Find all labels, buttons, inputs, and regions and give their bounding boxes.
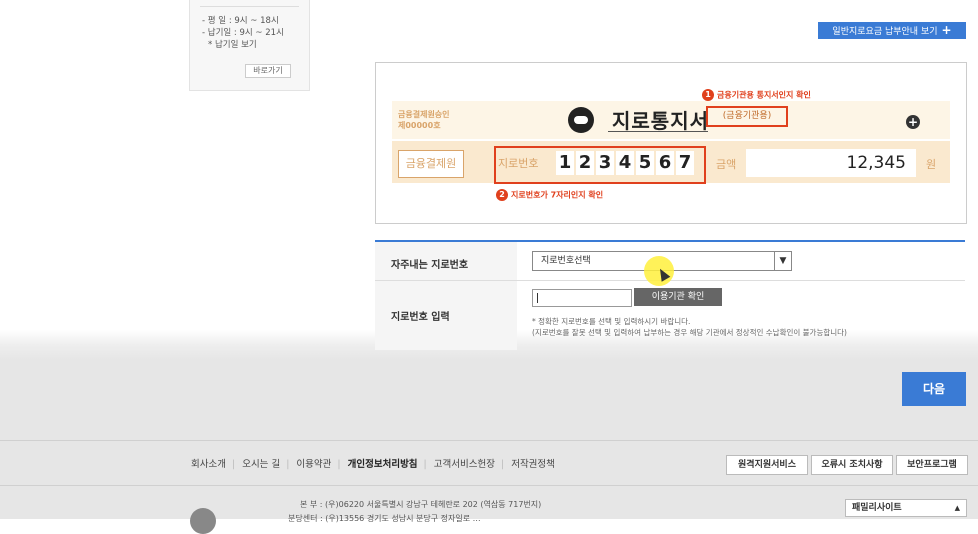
giro-digit: 4 (616, 151, 634, 175)
plus-icon: + (941, 23, 952, 37)
family-site-select[interactable]: 패밀리사이트 ▲ (845, 499, 967, 517)
family-site-label: 패밀리사이트 (852, 503, 902, 513)
weekday-hours: - 평 일 : 9시 ~ 18시 (202, 16, 279, 26)
payment-guide-button[interactable]: 일반지로요금 납부안내 보기 + (818, 22, 966, 39)
remote-support-button[interactable]: 원격지원서비스 (726, 455, 808, 475)
hint-text-2: (지로번호를 잘못 선택 및 입력하여 납부하는 경우 해당 기관에서 정상적인… (532, 328, 847, 337)
footer-link-company[interactable]: 회사소개 (191, 459, 226, 470)
note-2-text: 지로번호가 7자리인지 확인 (511, 190, 604, 200)
step-2-badge: 2 (496, 189, 508, 201)
footer-link-charter[interactable]: 고객서비스헌장 (434, 459, 495, 470)
giro-number-label: 지로번호 (498, 157, 539, 170)
separator: | (286, 459, 290, 470)
note-1-text: 금융기관용 통지서인지 확인 (717, 90, 811, 100)
separator: | (337, 459, 341, 470)
hint-text-1: * 정확한 지로번호를 선택 및 입력하시기 바랍니다. (532, 317, 691, 326)
giro-digit: 1 (556, 151, 574, 175)
footer-link-terms[interactable]: 이용약관 (296, 459, 331, 470)
address-main: 본 부 : (우)06220 서울특별시 강남구 테헤란로 202 (역삼동 7… (300, 500, 542, 509)
shortcut-button[interactable]: 바로가기 (245, 64, 291, 78)
note-1: 1 금융기관용 통지서인지 확인 (702, 89, 811, 101)
circle-plus-icon: + (906, 115, 920, 129)
won-label: 원 (926, 158, 937, 171)
institution-confirm-button[interactable]: 이용기관 확인 (634, 288, 722, 306)
giro-input-form: 자주내는 지로번호 지로번호선택 ▼ 지로번호 입력 이용기관 확인 * 정확한… (375, 240, 965, 350)
chevron-down-icon: ▼ (774, 252, 791, 270)
approval-line-1: 금융결제원승인 (398, 110, 450, 119)
select-value: 지로번호선택 (541, 256, 591, 266)
giro-digit: 3 (596, 151, 614, 175)
row-header: 지로번호 입력 (375, 281, 517, 350)
separator: | (423, 459, 427, 470)
giro-digit: 6 (656, 151, 674, 175)
giro-logo-icon (568, 107, 594, 133)
separator: | (231, 459, 236, 470)
footer-divider (0, 440, 978, 441)
next-button[interactable]: 다음 (902, 372, 966, 406)
separator: | (500, 459, 505, 470)
giro-title: 지로통지서 (612, 109, 709, 133)
error-action-button[interactable]: 오류시 조치사항 (811, 455, 893, 475)
payment-guide-label: 일반지로요금 납부안내 보기 (832, 27, 938, 37)
giro-digit: 2 (576, 151, 594, 175)
amount-value: 12,345 (846, 153, 906, 173)
giro-number-input[interactable] (532, 289, 632, 307)
divider (200, 6, 299, 7)
giro-input-row: 지로번호 입력 이용기관 확인 * 정확한 지로번호를 선택 및 입력하시기 바… (375, 281, 965, 350)
footer-divider (0, 485, 978, 486)
giro-sample-illustration: 1 금융기관용 통지서인지 확인 금융결제원승인 제00000호 지로통지서 (금… (375, 62, 967, 224)
security-program-button[interactable]: 보안프로그램 (896, 455, 968, 475)
hours-info-box: - 평 일 : 9시 ~ 18시 - 납기일 : 9시 ~ 21시 * 납기일 … (189, 0, 310, 91)
frequent-giro-label: 자주내는 지로번호 (391, 260, 469, 271)
footer-links: 회사소개 | 오시는 길 | 이용약관 | 개인정보처리방침 | 고객서비스헌장 | 저작… (191, 456, 557, 470)
amount-box: 12,345 (746, 149, 916, 177)
amount-label: 금액 (716, 158, 737, 171)
note-2: 2 지로번호가 7자리인지 확인 (496, 189, 603, 201)
due-day-hours: - 납기일 : 9시 ~ 21시 (202, 28, 284, 38)
footer-link-copyright[interactable]: 저작권정책 (511, 459, 555, 470)
approval-line-2: 제00000호 (398, 121, 441, 130)
footer-link-directions[interactable]: 오시는 길 (242, 459, 280, 470)
giro-digit: 7 (676, 151, 694, 175)
due-day-link[interactable]: * 납기일 보기 (208, 38, 257, 50)
footer-link-privacy[interactable]: 개인정보처리방침 (348, 459, 418, 470)
row-header: 자주내는 지로번호 (375, 242, 517, 280)
giro-input-label: 지로번호 입력 (391, 312, 450, 323)
giro-digit: 5 (636, 151, 654, 175)
step-1-badge: 1 (702, 89, 714, 101)
giro-subtitle: (금융기관용) (722, 111, 772, 121)
title-underline (608, 131, 708, 132)
text-caret (537, 293, 538, 303)
approval-text: 금융결제원승인 제00000호 (398, 109, 450, 131)
fin-label: 금융결제원 (398, 150, 464, 178)
chevron-up-icon: ▲ (954, 504, 960, 512)
company-logo-icon (190, 508, 216, 534)
